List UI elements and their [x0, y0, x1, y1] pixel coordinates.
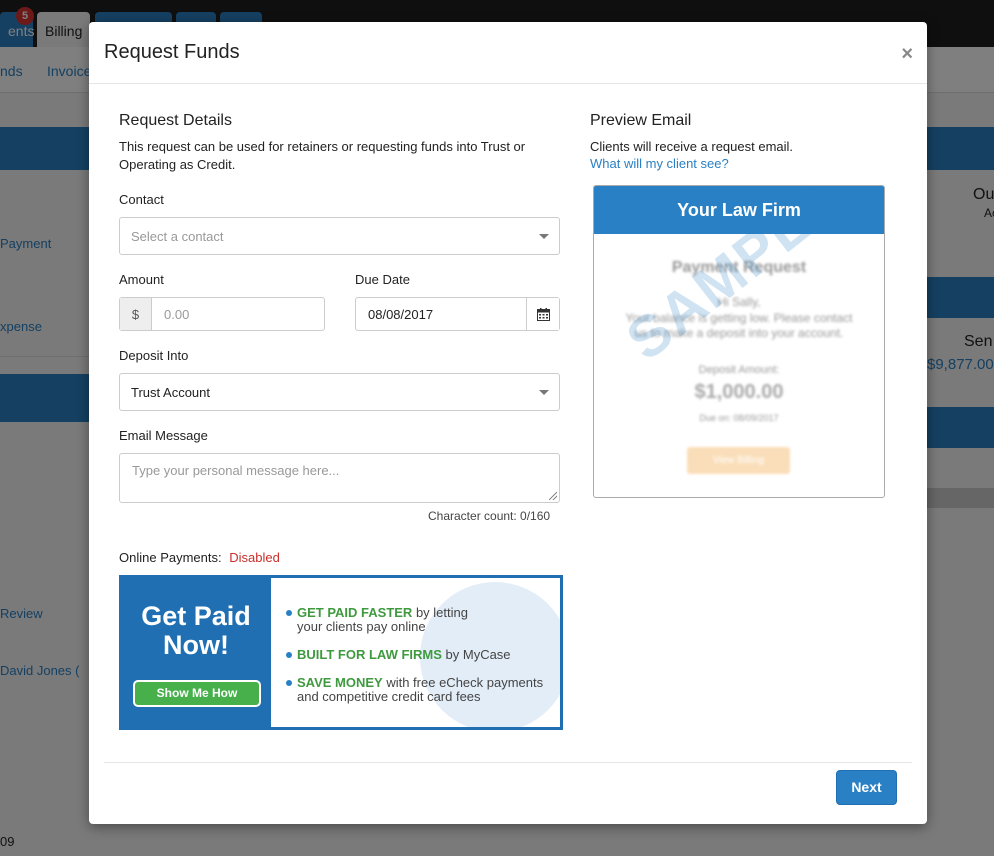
benefit-text: by MyCase — [441, 647, 511, 662]
benefit-text: by letting — [412, 605, 468, 620]
banner-title: Get Paid Now! — [122, 602, 270, 660]
benefit-highlight: GET PAID FASTER — [297, 605, 413, 620]
benefit-text: with free eCheck payments — [382, 675, 544, 690]
client-preview-link[interactable]: What will my client see? — [590, 156, 729, 171]
request-details-description: This request can be used for retainers o… — [119, 139, 526, 172]
preview-deposit-label: Deposit Amount: — [698, 364, 780, 376]
email-message-placeholder: Type your personal message here... — [132, 463, 340, 478]
due-date-label: Due Date — [355, 272, 410, 287]
benefit-highlight: BUILT FOR LAW FIRMS — [297, 647, 442, 662]
due-date-input-group: 08/08/2017 — [355, 297, 560, 331]
calendar-icon[interactable] — [526, 298, 559, 330]
currency-addon: $ — [120, 298, 152, 330]
due-date-input[interactable]: 08/08/2017 — [356, 298, 526, 330]
deposit-into-select[interactable]: Trust Account — [119, 373, 560, 411]
resize-handle-icon[interactable] — [549, 492, 557, 500]
amount-label: Amount — [119, 272, 164, 287]
modal-header: Request Funds × — [89, 22, 927, 84]
deposit-into-value: Trust Account — [131, 385, 210, 400]
get-paid-banner[interactable]: Get Paid Now! Show Me How GET PAID FASTE… — [119, 575, 563, 730]
banner-benefit: BUILT FOR LAW FIRMS by MyCase — [286, 647, 511, 662]
bullet-icon — [286, 652, 292, 658]
banner-right-panel: GET PAID FASTER by letting your clients … — [271, 578, 560, 727]
contact-placeholder: Select a contact — [131, 229, 224, 244]
benefit-text: your clients pay online — [297, 619, 426, 634]
preview-deposit-amount: $1,000.00 — [694, 381, 784, 403]
online-payments-label: Online Payments: — [119, 550, 222, 565]
contact-label: Contact — [119, 192, 164, 207]
bullet-icon — [286, 680, 292, 686]
bullet-icon — [286, 610, 292, 616]
banner-benefit: SAVE MONEY with free eCheck payments and… — [286, 675, 544, 704]
chevron-down-icon — [539, 390, 549, 395]
disabled-status: Disabled — [229, 550, 280, 565]
email-message-textarea[interactable]: Type your personal message here... — [119, 453, 560, 503]
deposit-into-label: Deposit Into — [119, 348, 189, 363]
close-icon[interactable]: × — [901, 44, 913, 64]
chevron-down-icon — [539, 234, 549, 239]
amount-input-group: $ 0.00 — [119, 297, 325, 331]
request-details-title: Request Details — [119, 112, 232, 129]
banner-benefit: GET PAID FASTER by letting your clients … — [286, 605, 468, 634]
benefit-highlight: SAVE MONEY — [297, 675, 383, 690]
next-button[interactable]: Next — [836, 770, 897, 805]
email-message-label: Email Message — [119, 428, 208, 443]
amount-input[interactable]: 0.00 — [152, 298, 324, 330]
banner-left-panel: Get Paid Now! Show Me How — [122, 578, 270, 727]
preview-email-description: Clients will receive a request email. — [590, 139, 794, 154]
contact-select[interactable]: Select a contact — [119, 217, 560, 255]
banner-title-line2: Now! — [163, 630, 229, 660]
show-me-how-button[interactable]: Show Me How — [133, 680, 261, 707]
preview-view-billing-button: View Billing — [687, 447, 790, 474]
benefit-text: and competitive credit card fees — [297, 689, 481, 704]
preview-email-title: Preview Email — [590, 112, 692, 129]
online-payments-status: Online Payments: Disabled — [119, 550, 280, 565]
request-funds-modal: Request Funds × Request Details This req… — [89, 22, 927, 824]
banner-title-line1: Get Paid — [141, 601, 251, 631]
modal-title: Request Funds — [104, 41, 240, 63]
preview-due-on: Due on: 08/09/2017 — [699, 413, 779, 423]
character-count: Character count: 0/160 — [428, 509, 551, 523]
email-preview-card: Your Law Firm Payment Request Hi Sally, … — [593, 185, 885, 498]
modal-footer-divider — [104, 762, 912, 763]
